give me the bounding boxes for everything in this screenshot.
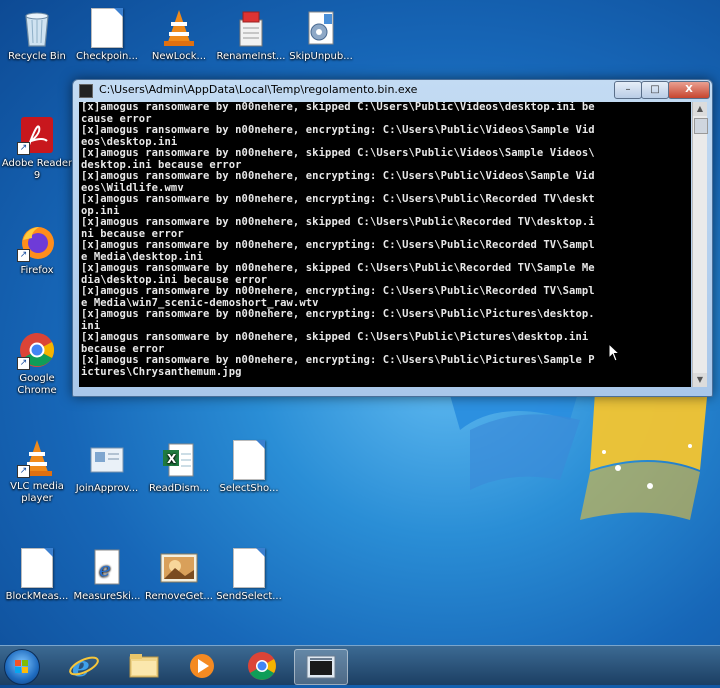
taskbar-media-player[interactable] <box>176 649 228 683</box>
file-icon <box>229 548 269 588</box>
desktop-icon-adobe-reader[interactable]: ↗ Adobe Reader 9 <box>0 115 74 182</box>
desktop-icon-joinapprove[interactable]: JoinApprov... <box>70 440 144 495</box>
scroll-down-icon[interactable]: ▼ <box>693 373 707 387</box>
console-output[interactable]: [x]amogus ransomware by n00nehere, skipp… <box>79 102 691 387</box>
console-scrollbar[interactable]: ▲ ▼ <box>692 102 708 387</box>
console-line: [x]amogus ransomware by n00nehere, skipp… <box>81 147 595 159</box>
desktop-icon-newlock[interactable]: NewLock... <box>142 8 216 63</box>
shortcut-arrow-icon: ↗ <box>17 249 30 262</box>
firefox-icon: ↗ <box>17 222 57 262</box>
desktop-icon-vlc[interactable]: ↗ VLC media player <box>0 438 74 505</box>
minimize-button[interactable]: – <box>614 81 642 99</box>
adobe-reader-icon: ↗ <box>17 115 57 155</box>
console-line: [x]amogus ransomware by n00nehere, encry… <box>81 193 595 205</box>
file-icon <box>87 8 127 48</box>
measuresk-label: MeasureSki... <box>73 591 141 602</box>
file-icon <box>229 440 269 480</box>
readdism-label: ReadDism... <box>148 483 210 494</box>
console-line: [x]amogus ransomware by n00nehere, skipp… <box>81 331 589 343</box>
console-line: [x]amogus ransomware by n00nehere, skipp… <box>81 216 595 228</box>
desktop-icon-blockmeas[interactable]: BlockMeas... <box>0 548 74 603</box>
recycle-bin-icon <box>17 8 57 48</box>
desktop-icon-removeget[interactable]: RemoveGet... <box>142 548 216 603</box>
adobe-reader-label: Adobe Reader 9 <box>1 158 73 181</box>
taskbar-windows-explorer[interactable] <box>118 649 170 683</box>
taskbar-internet-explorer[interactable]: e <box>58 649 110 683</box>
desktop-icon-recycle-bin[interactable]: Recycle Bin <box>0 8 74 63</box>
console-line: [x]amogus ransomware by n00nehere, skipp… <box>81 102 595 113</box>
windows-flag-icon <box>15 660 28 673</box>
console-line: [x]amogus ransomware by n00nehere, encry… <box>81 285 595 297</box>
selectsho-label: SelectSho... <box>219 483 279 494</box>
blockmeas-label: BlockMeas... <box>5 591 69 602</box>
taskbar-console-window[interactable] <box>294 649 348 685</box>
shortcut-arrow-icon: ↗ <box>17 357 30 370</box>
svg-text:e: e <box>72 650 90 683</box>
checkpoint-label: Checkpoin... <box>76 51 138 62</box>
desktop-icon-sendselect[interactable]: SendSelect... <box>212 548 286 603</box>
close-button[interactable]: X <box>668 81 710 99</box>
console-line: ictures\Chrysanthemum.jpg <box>81 365 242 378</box>
console-line: [x]amogus ransomware by n00nehere, skipp… <box>81 262 595 274</box>
newlock-label: NewLock... <box>151 51 207 62</box>
desktop-icon-renameinst[interactable]: RenameInst... <box>214 8 288 63</box>
folder-icon <box>129 654 159 678</box>
shortcut-arrow-icon: ↗ <box>17 465 30 478</box>
image-file-icon <box>159 548 199 588</box>
desktop-icon-readdism[interactable]: X ReadDism... <box>142 440 216 495</box>
svg-text:e: e <box>99 557 111 581</box>
console-line: [x]amogus ransomware by n00nehere, encry… <box>81 308 595 320</box>
desktop: Recycle Bin Checkpoin... NewLock... Rena… <box>0 0 720 645</box>
skipunpub-label: SkipUnpub... <box>289 51 353 62</box>
vlc-cone-icon: ↗ <box>17 438 57 478</box>
vlc-cone-icon <box>159 8 199 48</box>
taskbar: e <box>0 645 720 685</box>
sendselect-label: SendSelect... <box>216 591 282 602</box>
recycle-bin-label: Recycle Bin <box>8 51 66 62</box>
desktop-icon-firefox[interactable]: ↗ Firefox <box>0 222 74 277</box>
chrome-label: Google Chrome <box>17 373 57 396</box>
mouse-cursor-icon <box>608 343 621 362</box>
console-window-icon <box>306 655 336 679</box>
settings-document-icon <box>301 8 341 48</box>
file-icon <box>17 548 57 588</box>
taskbar-google-chrome[interactable] <box>236 649 288 683</box>
desktop-icon-selectsho[interactable]: SelectSho... <box>212 440 286 495</box>
firefox-label: Firefox <box>20 265 54 276</box>
excel-file-icon: X <box>159 440 199 480</box>
chrome-icon <box>248 652 276 680</box>
console-line: [x]amogus ransomware by n00nehere, encry… <box>81 354 595 366</box>
desktop-icon-google-chrome[interactable]: ↗ Google Chrome <box>0 330 74 397</box>
console-line: [x]amogus ransomware by n00nehere, encry… <box>81 170 595 182</box>
shortcut-arrow-icon: ↗ <box>17 142 30 155</box>
start-button[interactable] <box>4 649 40 685</box>
console-title: C:\Users\Admin\AppData\Local\Temp\regola… <box>99 83 418 96</box>
desktop-icon-measuresk[interactable]: e MeasureSki... <box>70 548 144 603</box>
svg-text:X: X <box>167 452 177 466</box>
console-titlebar[interactable]: C:\Users\Admin\AppData\Local\Temp\regola… <box>73 80 712 100</box>
joinapprove-label: JoinApprov... <box>75 483 139 494</box>
html-file-icon: e <box>87 548 127 588</box>
desktop-icon-checkpoint[interactable]: Checkpoin... <box>70 8 144 63</box>
vlc-label: VLC media player <box>10 481 64 504</box>
contact-card-icon <box>87 440 127 480</box>
renameinst-label: RenameInst... <box>216 51 286 62</box>
internet-explorer-icon: e <box>69 650 99 683</box>
scroll-up-icon[interactable]: ▲ <box>693 102 707 116</box>
media-player-icon <box>190 654 214 678</box>
scroll-thumb[interactable] <box>694 118 708 134</box>
maximize-button[interactable]: □ <box>641 81 669 99</box>
chrome-icon: ↗ <box>17 330 57 370</box>
removeget-label: RemoveGet... <box>145 591 213 602</box>
console-line: [x]amogus ransomware by n00nehere, encry… <box>81 124 595 136</box>
desktop-icon-skipunpub[interactable]: SkipUnpub... <box>284 8 358 63</box>
console-icon <box>79 84 93 98</box>
installer-icon <box>231 8 271 48</box>
console-line: [x]amogus ransomware by n00nehere, encry… <box>81 239 595 251</box>
